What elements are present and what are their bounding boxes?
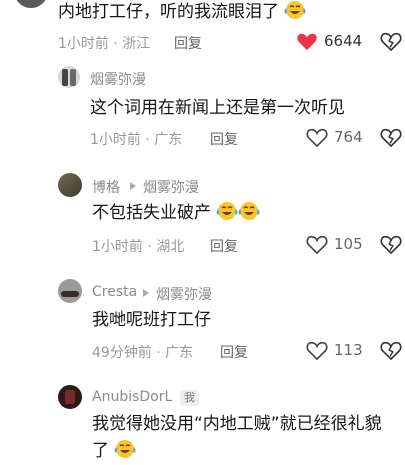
emoji-laugh-cry-icon xyxy=(114,440,136,458)
dislike-icon[interactable] xyxy=(380,234,402,254)
reply-to-name[interactable]: 烟雾弥漫 xyxy=(156,284,212,304)
author-name[interactable]: Cresta xyxy=(92,284,137,300)
avatar[interactable] xyxy=(58,279,82,303)
heart-icon xyxy=(297,33,317,51)
like-button[interactable]: 764 xyxy=(306,127,363,147)
emoji-laugh-cry-icon xyxy=(216,202,238,220)
comment-text: 不包括失业破产 xyxy=(92,201,260,225)
self-badge: 我 xyxy=(180,390,199,406)
comment-text-content: 了 xyxy=(92,441,109,461)
avatar[interactable] xyxy=(58,385,82,409)
comment-text: 了 xyxy=(92,439,136,463)
comment-meta: 1小时前 · 湖北 xyxy=(92,239,185,255)
comment-text: 我哋呢班打工仔 xyxy=(92,310,211,330)
emoji-laugh-cry-icon xyxy=(238,202,260,220)
author-name[interactable]: 博格 xyxy=(92,177,120,197)
reply-to-name[interactable]: 烟雾弥漫 xyxy=(143,177,199,197)
heart-icon xyxy=(306,341,328,360)
like-count: 6644 xyxy=(324,32,363,50)
comment-text-content: 不包括失业破产 xyxy=(92,203,211,223)
reply-button[interactable]: 回复 xyxy=(220,342,248,362)
emoji-laugh-cry-icon xyxy=(284,1,306,19)
comment-text: 我觉得她没用“内地工贼”就已经很礼貌 xyxy=(92,414,382,434)
avatar[interactable] xyxy=(58,173,82,197)
comment-meta: 1小时前 · 广东 xyxy=(90,132,183,148)
like-count: 113 xyxy=(334,341,363,359)
like-count: 764 xyxy=(334,128,363,146)
comment-text: 内地打工仔，听的我流眼泪了 xyxy=(58,0,306,24)
comment-text-content: 内地打工仔，听的我流眼泪了 xyxy=(58,2,279,22)
author-name[interactable]: 烟雾弥漫 xyxy=(90,69,146,89)
avatar[interactable] xyxy=(14,0,48,8)
dislike-icon[interactable] xyxy=(380,127,402,147)
like-count: 105 xyxy=(334,235,363,253)
reply-button[interactable]: 回复 xyxy=(210,236,238,256)
reply-button[interactable]: 回复 xyxy=(210,129,238,149)
dislike-icon[interactable] xyxy=(380,340,402,360)
comment-meta: 49分钟前 · 广东 xyxy=(92,345,194,361)
heart-icon xyxy=(306,235,328,254)
comment-text: 这个词用在新闻上还是第一次听见 xyxy=(90,98,345,118)
reply-arrow-icon xyxy=(130,182,136,190)
reply-arrow-icon xyxy=(143,289,149,297)
comment-meta: 1小时前 · 浙江 xyxy=(58,36,151,52)
dislike-icon[interactable] xyxy=(380,31,402,51)
like-button[interactable]: 113 xyxy=(306,340,363,360)
like-button[interactable]: 6644 xyxy=(296,31,362,51)
like-button[interactable]: 105 xyxy=(306,234,363,254)
author-name[interactable]: AnubisDorL xyxy=(92,389,172,405)
heart-icon xyxy=(306,128,328,147)
reply-button[interactable]: 回复 xyxy=(174,33,202,53)
avatar[interactable] xyxy=(58,66,80,88)
